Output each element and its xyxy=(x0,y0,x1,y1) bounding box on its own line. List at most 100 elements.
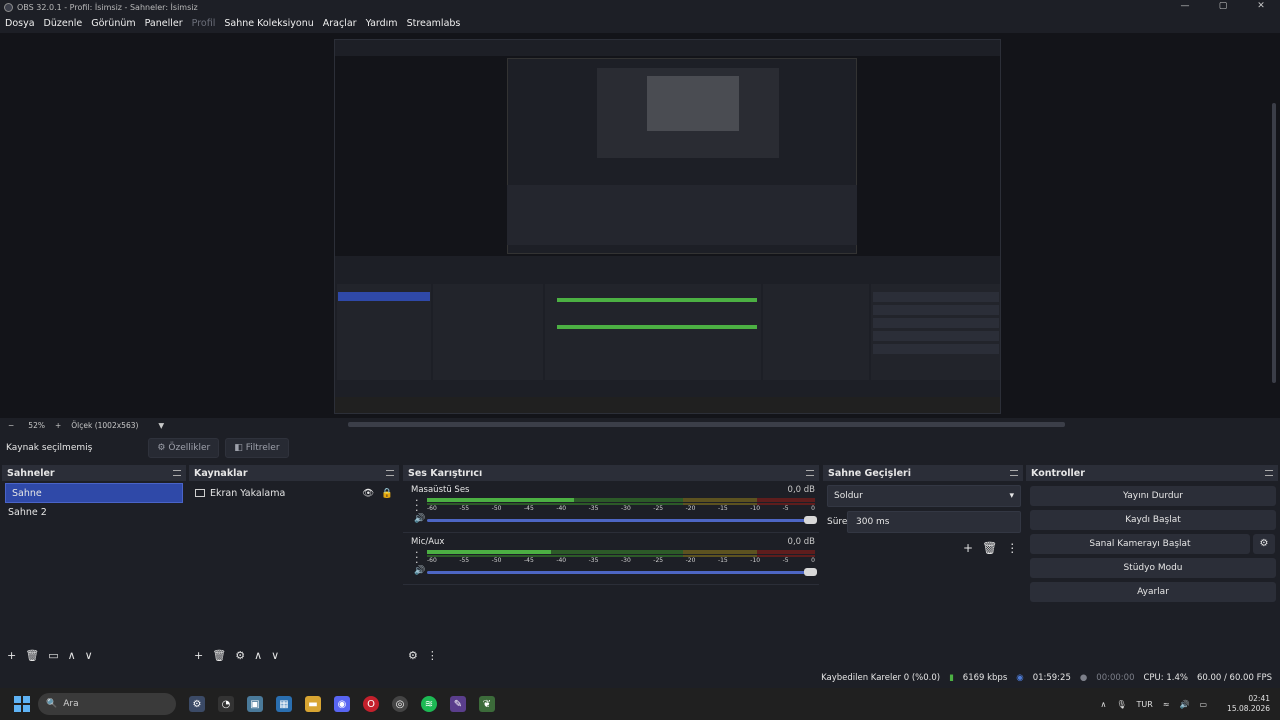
meter-ticks: -60 -55 -50 -45 -40 -35 -30 -25 -20 -15 -10 -5 0 xyxy=(427,557,815,564)
volume-icon[interactable]: 🔊 xyxy=(1180,700,1190,709)
add-scene-button[interactable]: + xyxy=(7,649,16,662)
scene-item-sahne[interactable]: Sahne xyxy=(5,483,183,503)
monitor-icon xyxy=(195,489,205,497)
discord-icon[interactable]: ◉ xyxy=(334,696,350,712)
spotify-icon[interactable]: ≋ xyxy=(421,696,437,712)
settings-button[interactable]: Ayarlar xyxy=(1030,582,1276,602)
dropped-frames: Kaybedilen Kareler 0 (%0.0) xyxy=(821,673,941,683)
opera-icon[interactable]: O xyxy=(363,696,379,712)
file-explorer-icon[interactable]: ▬ xyxy=(305,696,321,712)
transitions-title: Sahne Geçişleri xyxy=(828,467,911,479)
undock-icon[interactable] xyxy=(806,470,814,476)
start-virtual-camera-button[interactable]: Sanal Kamerayı Başlat xyxy=(1030,534,1250,554)
scale-select[interactable]: Ölçek (1002x563) xyxy=(71,421,138,430)
move-source-up-button[interactable]: ∧ xyxy=(254,649,262,662)
mixer-menu-button[interactable]: ⋮ xyxy=(427,649,438,662)
settings-app-icon[interactable]: ⚙ xyxy=(189,696,205,712)
menu-bar: Dosya Düzenle Görünüm Paneller Profil Sa… xyxy=(0,14,1280,33)
controls-dock: Kontroller Yayını Durdur Kaydı Başlat Sa… xyxy=(1026,465,1278,666)
undock-icon[interactable] xyxy=(1010,470,1018,476)
menu-streamlabs[interactable]: Streamlabs xyxy=(407,18,461,29)
chevron-up-icon[interactable]: ∧ xyxy=(1100,700,1106,709)
controls-body: Yayını Durdur Kaydı Başlat Sanal Kameray… xyxy=(1026,481,1278,666)
source-properties-button[interactable]: ⚙ xyxy=(235,649,245,662)
stream-icon: ◉ xyxy=(1016,673,1024,683)
transition-menu-button[interactable]: ⋮ xyxy=(1006,541,1018,555)
speaker-icon[interactable]: 🔊 xyxy=(414,514,425,524)
volume-slider-knob[interactable] xyxy=(804,568,817,576)
lock-icon[interactable]: 🔒 xyxy=(381,488,393,499)
undock-icon[interactable] xyxy=(386,470,394,476)
menu-duzenle[interactable]: Düzenle xyxy=(44,18,83,29)
scale-dropdown-icon[interactable]: ▼ xyxy=(158,421,164,430)
search-placeholder: Ara xyxy=(63,699,79,709)
speaker-icon[interactable]: 🔊 xyxy=(414,566,425,576)
microphone-icon[interactable]: 🎙 xyxy=(1116,700,1126,709)
transition-select[interactable]: Soldur ▾ xyxy=(827,485,1021,507)
gear-icon: ⚙ xyxy=(157,443,166,453)
preview-vertical-scrollbar[interactable] xyxy=(1272,103,1276,383)
audio-mixer-dock: Ses Karıştırıcı Masaüstü Ses 0,0 dB · · · … xyxy=(403,465,819,666)
source-item[interactable]: Ekran Yakalama 👁 🔒 xyxy=(189,483,399,503)
duration-input[interactable]: 300 ms xyxy=(847,511,1021,533)
channel-db: 0,0 dB xyxy=(787,537,815,547)
scene-item-sahne-2[interactable]: Sahne 2 xyxy=(2,503,186,523)
properties-label: Özellikler xyxy=(168,443,211,453)
undock-icon[interactable] xyxy=(1265,470,1273,476)
menu-dosya[interactable]: Dosya xyxy=(5,18,35,29)
move-scene-down-button[interactable]: ∨ xyxy=(85,649,93,662)
volume-meter xyxy=(427,550,815,554)
obs-taskbar-icon[interactable]: ◎ xyxy=(392,696,408,712)
leaf-app-icon[interactable]: ❦ xyxy=(479,696,495,712)
move-scene-up-button[interactable]: ∧ xyxy=(68,649,76,662)
advanced-audio-button[interactable]: ⚙ xyxy=(408,649,418,662)
photos-app-icon[interactable]: ▣ xyxy=(247,696,263,712)
channel-menu-icon[interactable]: · · · xyxy=(415,495,419,516)
pen-app-icon[interactable]: ✎ xyxy=(450,696,466,712)
filters-button[interactable]: ◧ Filtreler xyxy=(225,438,289,458)
taskbar-search[interactable]: 🔍 Ara xyxy=(38,693,176,715)
gear-icon[interactable]: ⚙ xyxy=(1253,534,1275,554)
search-icon: 🔍 xyxy=(46,699,58,709)
volume-slider-knob[interactable] xyxy=(804,516,817,524)
language-indicator[interactable]: TUR xyxy=(1137,700,1153,709)
remove-transition-button[interactable]: 🗑 xyxy=(982,541,997,555)
remove-source-button[interactable]: 🗑 xyxy=(212,649,226,662)
wifi-icon[interactable]: ≈ xyxy=(1163,700,1170,709)
properties-button[interactable]: ⚙ Özellikler xyxy=(148,438,220,458)
preview-area[interactable] xyxy=(0,33,1280,418)
add-source-button[interactable]: + xyxy=(194,649,203,662)
menu-araclar[interactable]: Araçlar xyxy=(323,18,357,29)
eye-icon[interactable]: 👁 xyxy=(362,488,374,499)
channel-menu-icon[interactable]: · · · xyxy=(415,547,419,568)
preview-horizontal-scrollbar[interactable] xyxy=(348,422,1065,427)
add-transition-button[interactable]: + xyxy=(963,541,973,555)
volume-meter xyxy=(427,498,815,502)
battery-icon[interactable]: ▭ xyxy=(1199,700,1207,709)
zoom-in-button[interactable]: + xyxy=(55,421,61,430)
scene-filters-button[interactable]: ▭ xyxy=(48,649,58,662)
clock[interactable]: 02:41 15.08.2026 xyxy=(1217,694,1270,714)
speedometer-app-icon[interactable]: ◔ xyxy=(218,696,234,712)
menu-gorunum[interactable]: Görünüm xyxy=(91,18,135,29)
scenes-title: Sahneler xyxy=(7,467,55,479)
source-toggles: 👁 🔒 xyxy=(362,488,393,499)
move-source-down-button[interactable]: ∨ xyxy=(271,649,279,662)
maximize-button[interactable]: ▢ xyxy=(1204,0,1242,14)
studio-mode-button[interactable]: Stüdyo Modu xyxy=(1030,558,1276,578)
start-recording-button[interactable]: Kaydı Başlat xyxy=(1030,510,1276,530)
windows-start-icon[interactable] xyxy=(14,696,30,712)
minimize-button[interactable]: — xyxy=(1166,0,1204,14)
undock-icon[interactable] xyxy=(173,470,181,476)
volume-slider[interactable] xyxy=(427,568,817,576)
store-app-icon[interactable]: ▦ xyxy=(276,696,292,712)
stop-stream-button[interactable]: Yayını Durdur xyxy=(1030,486,1276,506)
menu-yardim[interactable]: Yardım xyxy=(366,18,398,29)
duration-label: Süre xyxy=(827,517,848,527)
menu-sahne-koleksiyonu[interactable]: Sahne Koleksiyonu xyxy=(224,18,313,29)
remove-scene-button[interactable]: 🗑 xyxy=(25,649,39,662)
close-button[interactable]: ✕ xyxy=(1242,0,1280,14)
menu-paneller[interactable]: Paneller xyxy=(145,18,183,29)
volume-slider[interactable] xyxy=(427,516,817,524)
zoom-out-button[interactable]: − xyxy=(8,421,14,430)
